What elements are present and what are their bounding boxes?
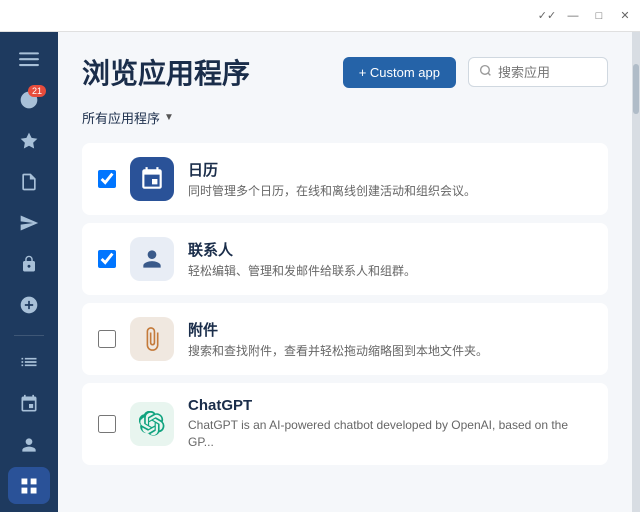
maximize-button[interactable]: □ <box>592 9 606 23</box>
chatgpt-checkbox[interactable] <box>98 415 116 433</box>
search-icon <box>479 64 492 80</box>
contacts-app-name: 联系人 <box>188 239 592 260</box>
sidebar: 21 <box>0 32 58 512</box>
title-bar: ✓✓ — □ ✕ <box>0 0 640 32</box>
header-right: + Custom app <box>343 57 608 88</box>
contacts-app-icon <box>130 237 174 281</box>
double-check-icon: ✓✓ <box>540 9 554 23</box>
app-container: 21 <box>0 32 640 512</box>
calendar-app-name: 日历 <box>188 159 592 180</box>
sidebar-item-starred[interactable] <box>8 122 50 159</box>
main-content: 浏览应用程序 + Custom app 所有应用程序 ▼ <box>58 32 632 512</box>
custom-app-button[interactable]: + Custom app <box>343 57 456 88</box>
calendar-app-icon <box>130 157 174 201</box>
contacts-app-info: 联系人 轻松编辑、管理和发邮件给联系人和组群。 <box>188 239 592 280</box>
attachment-app-desc: 搜索和查找附件，查看并轻松拖动缩略图到本地文件夹。 <box>188 343 592 360</box>
sidebar-item-add[interactable] <box>8 286 50 323</box>
filter-dropdown[interactable]: 所有应用程序 ▼ <box>82 108 174 127</box>
sidebar-item-send[interactable] <box>8 204 50 241</box>
calendar-app-desc: 同时管理多个日历，在线和离线创建活动和组织会议。 <box>188 183 592 200</box>
close-button[interactable]: ✕ <box>618 9 632 23</box>
attachment-app-icon <box>130 317 174 361</box>
contacts-app-desc: 轻松编辑、管理和发邮件给联系人和组群。 <box>188 263 592 280</box>
minimize-button[interactable]: — <box>566 9 580 23</box>
filter-label-text: 所有应用程序 <box>82 108 160 127</box>
chatgpt-app-desc: ChatGPT is an AI-powered chatbot develop… <box>188 417 592 451</box>
sidebar-item-person[interactable] <box>8 426 50 463</box>
page-title: 浏览应用程序 <box>82 52 250 92</box>
app-list: 日历 同时管理多个日历，在线和离线创建活动和组织会议。 联系人 轻松编辑、管理和… <box>58 143 632 473</box>
notification-badge: 21 <box>28 85 46 97</box>
list-item: 联系人 轻松编辑、管理和发邮件给联系人和组群。 <box>82 223 608 295</box>
list-item: ChatGPT ChatGPT is an AI-powered chatbot… <box>82 383 608 465</box>
list-item: 附件 搜索和查找附件，查看并轻松拖动缩略图到本地文件夹。 <box>82 303 608 375</box>
chatgpt-app-name: ChatGPT <box>188 397 592 414</box>
scrollbar[interactable] <box>632 32 640 512</box>
attachment-app-name: 附件 <box>188 319 592 340</box>
sidebar-item-files[interactable] <box>8 163 50 200</box>
sidebar-item-calendar[interactable] <box>8 385 50 422</box>
content-header: 浏览应用程序 + Custom app <box>58 32 632 104</box>
sidebar-item-lock[interactable] <box>8 245 50 282</box>
search-box <box>468 57 608 87</box>
filter-bar: 所有应用程序 ▼ <box>58 104 632 143</box>
calendar-checkbox[interactable] <box>98 170 116 188</box>
chatgpt-app-icon <box>130 402 174 446</box>
contacts-checkbox[interactable] <box>98 250 116 268</box>
sidebar-item-grid[interactable] <box>8 467 50 504</box>
search-input[interactable] <box>498 65 597 80</box>
sidebar-item-menu[interactable] <box>8 40 50 77</box>
scroll-thumb <box>633 64 639 114</box>
sidebar-item-list[interactable] <box>8 344 50 381</box>
sidebar-item-notifications[interactable]: 21 <box>8 81 50 118</box>
list-item: 日历 同时管理多个日历，在线和离线创建活动和组织会议。 <box>82 143 608 215</box>
filter-arrow-icon: ▼ <box>164 112 174 123</box>
attachment-app-info: 附件 搜索和查找附件，查看并轻松拖动缩略图到本地文件夹。 <box>188 319 592 360</box>
sidebar-divider <box>14 335 44 336</box>
attachment-checkbox[interactable] <box>98 330 116 348</box>
chatgpt-app-info: ChatGPT ChatGPT is an AI-powered chatbot… <box>188 397 592 451</box>
calendar-app-info: 日历 同时管理多个日历，在线和离线创建活动和组织会议。 <box>188 159 592 200</box>
